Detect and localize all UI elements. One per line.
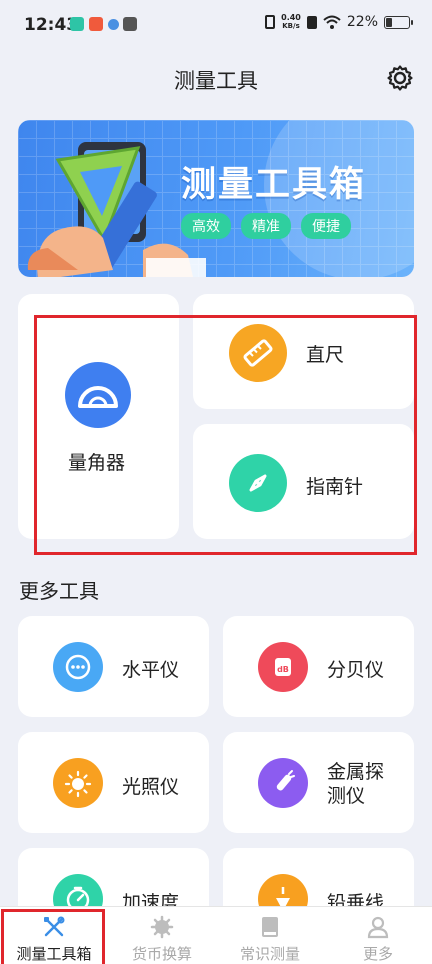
nav-more-label: 更多 (362, 945, 393, 963)
nav-more[interactable]: 更多 (324, 907, 432, 964)
nav-currency-label: 货币换算 (131, 945, 192, 963)
decibel-icon: dB (258, 642, 308, 692)
ruler-card[interactable]: 直尺 (193, 294, 414, 409)
currency-icon (150, 915, 174, 939)
battery-icon (384, 15, 413, 29)
nav-knowledge-label: 常识测量 (239, 945, 300, 963)
svg-text:dB: dB (277, 665, 289, 674)
protractor-label: 量角器 (68, 452, 126, 474)
nav-tools-label: 测量工具箱 (16, 945, 92, 963)
light-card[interactable]: 光照仪 (18, 732, 209, 833)
level-label: 水平仪 (122, 659, 180, 681)
banner-tag: 便捷 (301, 213, 351, 239)
compass-label: 指南针 (306, 476, 364, 498)
ruler-icon (229, 324, 287, 382)
more-tools-title: 更多工具 (19, 579, 99, 603)
banner-tag: 高效 (181, 213, 231, 239)
metal-detector-label: 金属探测仪 (327, 761, 385, 807)
app-notification-icon (89, 17, 103, 31)
light-icon (53, 758, 103, 808)
battery-percent: 22% (346, 14, 378, 30)
sim-icon (306, 15, 317, 29)
vibrate-icon (265, 15, 276, 29)
tools-icon (44, 916, 65, 937)
app-notification-icon (123, 17, 137, 31)
decibel-card[interactable]: dB 分贝仪 (223, 616, 414, 717)
network-speed-unit: KB/s (282, 22, 300, 30)
protractor-card[interactable]: 量角器 (18, 294, 179, 539)
bottom-navigation: 测量工具箱 货币换算 常识测量 更多 (0, 906, 432, 964)
metal-detector-icon (258, 758, 308, 808)
protractor-icon (65, 362, 131, 428)
app-notification-icon (70, 17, 84, 31)
book-icon (262, 917, 278, 937)
compass-icon (229, 454, 287, 512)
decibel-label: 分贝仪 (327, 659, 385, 681)
promo-banner[interactable]: 测量工具箱 高效 精准 便捷 (18, 120, 414, 277)
nav-tools[interactable]: 测量工具箱 (0, 907, 108, 964)
metal-detector-card[interactable]: 金属探测仪 (223, 732, 414, 833)
light-label: 光照仪 (122, 776, 180, 798)
app-notification-icon (108, 19, 119, 30)
network-speed-value: 0.40 (281, 13, 301, 22)
title-bar: 测量工具 (0, 52, 432, 104)
network-speed: 0.40 KB/s (281, 13, 301, 31)
banner-tag: 精准 (241, 213, 291, 239)
user-icon (367, 916, 389, 939)
status-bar: 12:43 0.40 KB/s 22% (0, 0, 432, 52)
ruler-label: 直尺 (306, 344, 345, 366)
compass-card[interactable]: 指南针 (193, 424, 414, 539)
page-title: 测量工具 (174, 69, 258, 93)
ruler-hand-illustration (27, 142, 206, 277)
banner-tags: 高效 精准 便捷 (181, 213, 351, 239)
nav-currency[interactable]: 货币换算 (108, 907, 216, 964)
level-card[interactable]: 水平仪 (18, 616, 209, 717)
nav-knowledge[interactable]: 常识测量 (216, 907, 324, 964)
level-icon (53, 642, 103, 692)
gear-icon[interactable] (386, 64, 414, 92)
banner-title: 测量工具箱 (181, 165, 367, 205)
wifi-icon (323, 15, 341, 29)
